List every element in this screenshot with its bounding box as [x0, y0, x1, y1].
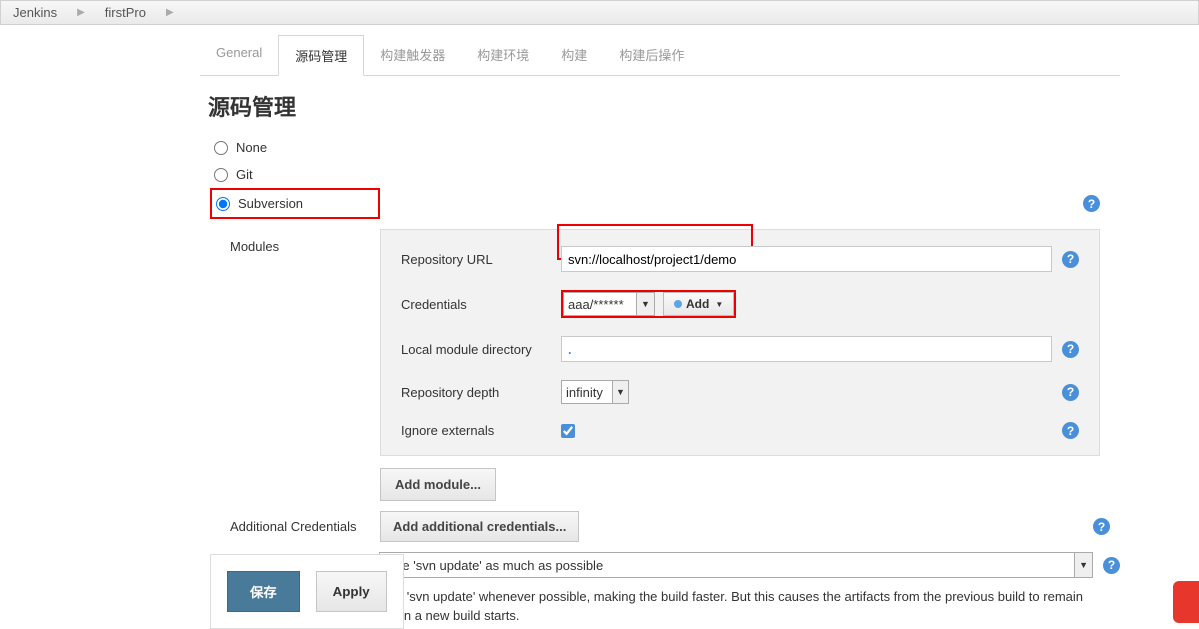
chevron-down-icon[interactable]: ▼	[1074, 553, 1092, 577]
credentials-label: Credentials	[401, 297, 561, 312]
local-dir-input[interactable]	[561, 336, 1052, 362]
add-credentials-button[interactable]: Add ▼	[663, 292, 734, 316]
breadcrumb: Jenkins ▶ firstPro ▶	[0, 0, 1199, 25]
scm-option-none[interactable]: None	[210, 134, 1110, 161]
breadcrumb-project[interactable]: firstPro	[105, 5, 146, 20]
credentials-select[interactable]: aaa/****** ▼	[563, 292, 655, 316]
help-icon[interactable]: ?	[1062, 341, 1079, 358]
help-icon[interactable]: ?	[1093, 518, 1110, 535]
add-additional-credentials-button[interactable]: Add additional credentials...	[380, 511, 579, 542]
scm-radio-subversion[interactable]	[216, 197, 230, 211]
chevron-right-icon: ▶	[77, 7, 85, 18]
strategy-description: Use 'svn update' whenever possible, maki…	[380, 588, 1094, 626]
help-icon[interactable]: ?	[1103, 557, 1120, 574]
modules-header: Modules	[230, 239, 279, 254]
add-label: Add	[686, 297, 709, 311]
section-title: 源码管理	[208, 90, 1120, 122]
additional-credentials-label: Additional Credentials	[230, 519, 380, 534]
right-edge-widget[interactable]	[1173, 581, 1199, 623]
scm-label-none: None	[236, 140, 267, 155]
scm-label-git: Git	[236, 167, 253, 182]
local-dir-label: Local module directory	[401, 342, 561, 357]
credentials-selected: aaa/******	[568, 297, 624, 312]
chevron-down-icon: ▼	[715, 300, 723, 309]
chevron-right-icon: ▶	[166, 7, 174, 18]
tab-build[interactable]: 构建	[545, 35, 603, 75]
strategy-value: Use 'svn update' as much as possible	[386, 558, 603, 573]
tabs-bar: General 源码管理 构建触发器 构建环境 构建 构建后操作	[200, 35, 1120, 76]
tab-general[interactable]: General	[200, 35, 278, 75]
scm-option-subversion[interactable]: Subversion	[210, 188, 380, 219]
scm-radio-git[interactable]	[214, 168, 228, 182]
ignore-externals-checkbox[interactable]	[561, 424, 575, 438]
help-icon[interactable]: ?	[1062, 251, 1079, 268]
repo-url-input[interactable]	[561, 246, 1052, 272]
tab-triggers[interactable]: 构建触发器	[364, 35, 461, 75]
ignore-externals-label: Ignore externals	[401, 423, 561, 438]
chevron-down-icon[interactable]: ▼	[612, 381, 628, 403]
chevron-down-icon[interactable]: ▼	[636, 293, 654, 315]
scm-radio-none[interactable]	[214, 141, 228, 155]
help-icon[interactable]: ?	[1062, 422, 1079, 439]
add-module-button[interactable]: Add module...	[380, 468, 496, 501]
scm-option-git[interactable]: Git	[210, 161, 1110, 188]
repo-url-label: Repository URL	[401, 252, 561, 267]
apply-button[interactable]: Apply	[316, 571, 387, 612]
key-icon	[674, 300, 682, 308]
help-icon[interactable]: ?	[1083, 195, 1100, 212]
depth-label: Repository depth	[401, 385, 561, 400]
scm-label-subversion: Subversion	[238, 196, 303, 211]
depth-value: infinity	[566, 385, 603, 400]
breadcrumb-root[interactable]: Jenkins	[13, 5, 57, 20]
save-button[interactable]: 保存	[227, 571, 300, 612]
tab-post[interactable]: 构建后操作	[603, 35, 700, 75]
tab-env[interactable]: 构建环境	[461, 35, 545, 75]
modules-panel: Repository URL ? Credentials aaa/****** …	[380, 229, 1100, 456]
checkout-strategy-select[interactable]: Use 'svn update' as much as possible ▼	[379, 552, 1093, 578]
help-icon[interactable]: ?	[1062, 384, 1079, 401]
tab-scm[interactable]: 源码管理	[278, 35, 364, 76]
depth-select[interactable]: infinity ▼	[561, 380, 629, 404]
buttons-bar: 保存 Apply	[210, 554, 404, 629]
